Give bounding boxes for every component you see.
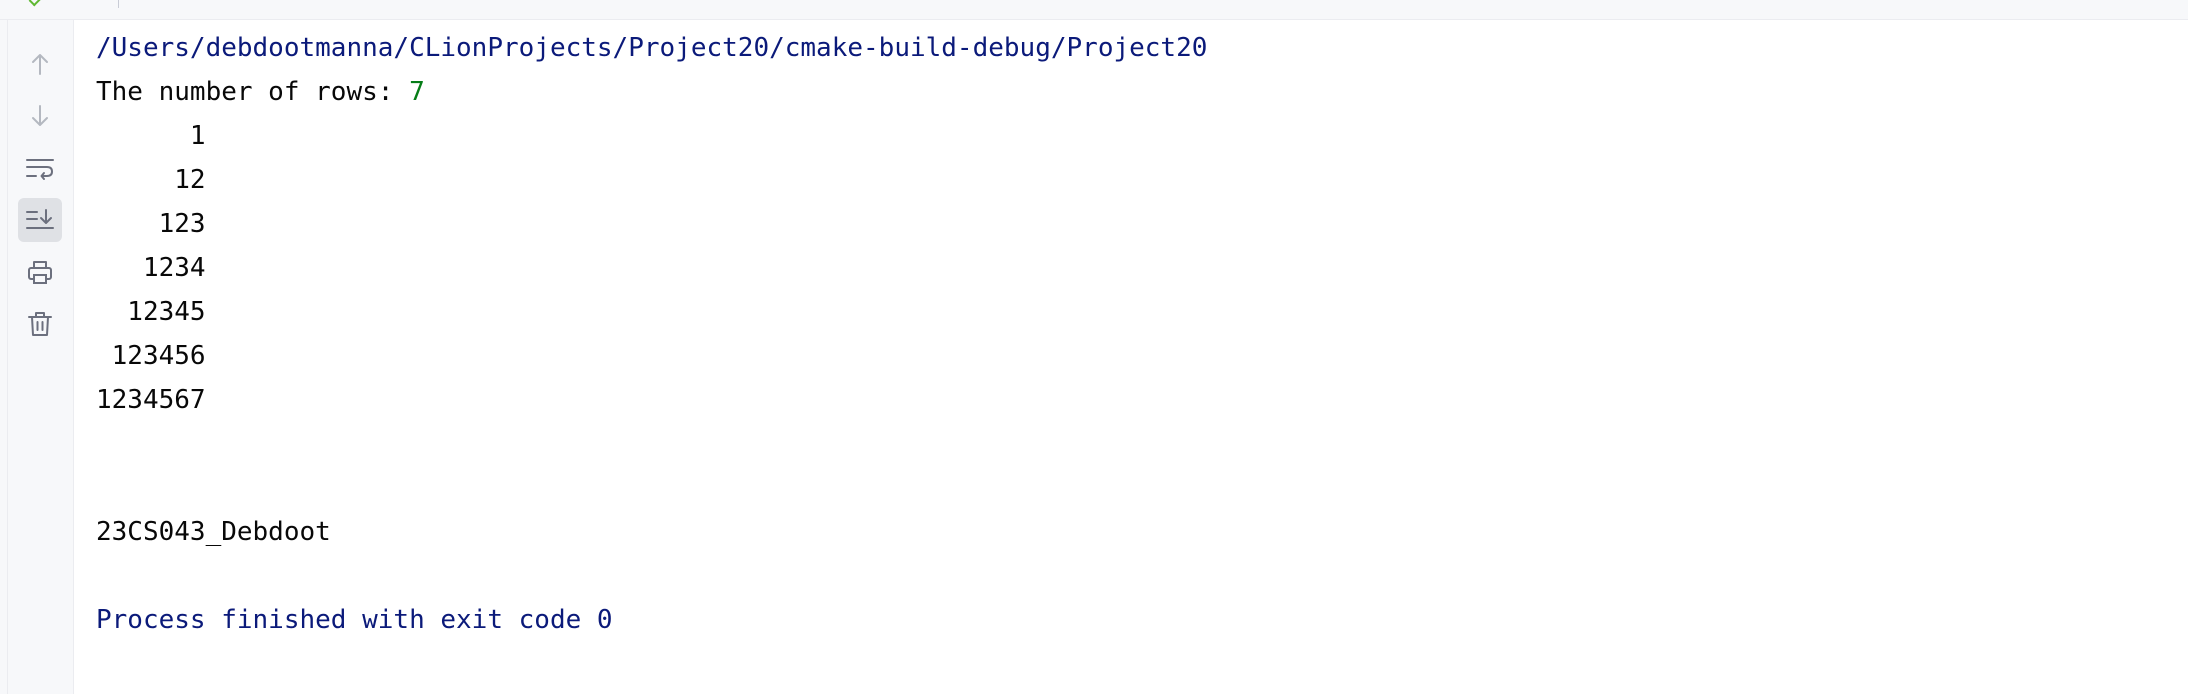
scroll-to-end-button[interactable] xyxy=(18,198,62,242)
soft-wrap-icon xyxy=(26,159,54,180)
pattern-row: 1 xyxy=(96,121,206,151)
console-toolbar xyxy=(8,20,74,694)
pattern-row: 123456 xyxy=(96,341,206,371)
signature-line: 23CS043_Debdoot xyxy=(96,517,331,547)
pattern-row: 12345 xyxy=(96,297,206,327)
prompt-line: The number of rows: 7 xyxy=(96,70,2188,114)
prompt-text: The number of rows: xyxy=(96,77,410,107)
arrow-up-icon xyxy=(32,54,48,75)
tool-window-header xyxy=(0,0,2188,20)
print-button[interactable] xyxy=(18,250,62,294)
executable-path: /Users/debdootmanna/CLionProjects/Projec… xyxy=(96,33,1208,63)
soft-wrap-button[interactable] xyxy=(18,146,62,190)
window-left-edge xyxy=(0,20,8,694)
pattern-row: 12 xyxy=(96,165,206,195)
user-input-value: 7 xyxy=(409,77,425,107)
scroll-to-end-icon xyxy=(26,209,54,229)
exit-message: Process finished with exit code 0 xyxy=(96,605,613,635)
down-stack-trace-button[interactable] xyxy=(18,94,62,138)
header-separator xyxy=(118,0,119,8)
run-success-check-icon xyxy=(28,0,42,7)
pattern-row: 1234567 xyxy=(96,385,206,415)
clear-all-button[interactable] xyxy=(18,302,62,346)
up-stack-trace-button[interactable] xyxy=(18,42,62,86)
trash-icon xyxy=(28,312,52,336)
pattern-row: 1234 xyxy=(96,253,206,283)
print-icon xyxy=(28,261,52,284)
pattern-row: 123 xyxy=(96,209,206,239)
arrow-down-icon xyxy=(32,105,48,126)
console-output[interactable]: /Users/debdootmanna/CLionProjects/Projec… xyxy=(96,26,2188,642)
